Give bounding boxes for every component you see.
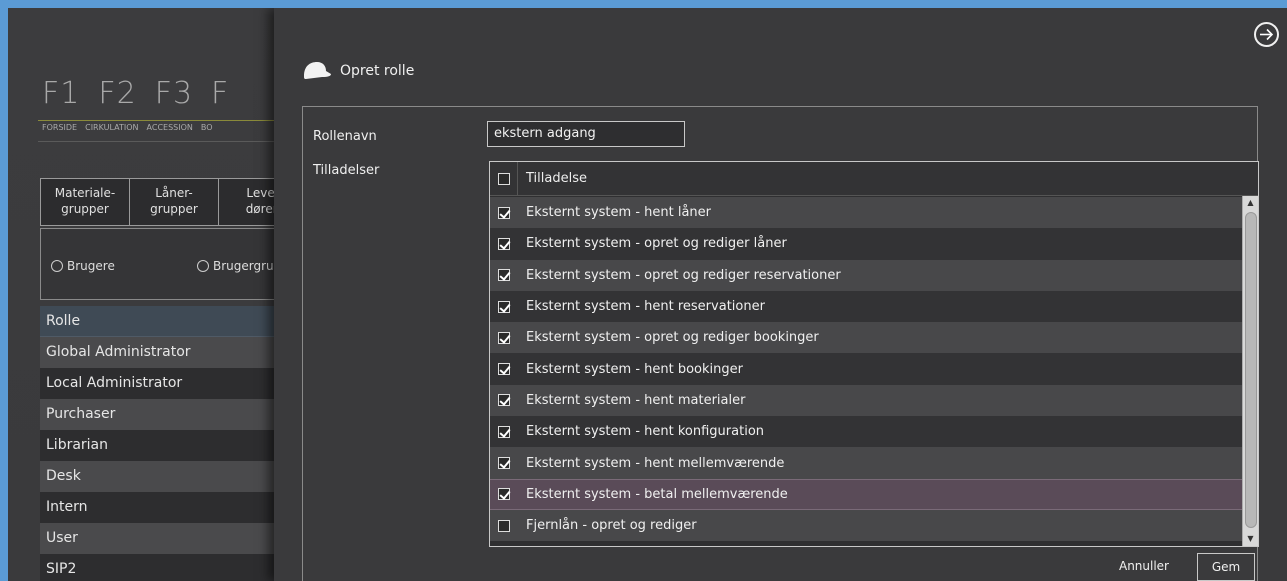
radio-brugergrupper[interactable]: Brugergru <box>197 259 274 273</box>
permission-checkbox[interactable] <box>498 237 510 250</box>
list-item[interactable]: Local Administrator <box>40 368 280 399</box>
permission-label: Eksternt system - opret og rediger reser… <box>526 267 841 283</box>
scroll-thumb[interactable] <box>1245 212 1257 528</box>
permissions-table: Tilladelse Eksternt system - hent låner … <box>489 161 1259 547</box>
permission-label: Eksternt system - hent reservationer <box>526 299 765 315</box>
table-row[interactable]: Eksternt system - hent reservationer <box>490 290 1242 323</box>
permission-label: Eksternt system - hent mellemværende <box>526 455 785 471</box>
vertical-scrollbar[interactable]: ▲ ▼ <box>1242 196 1258 546</box>
checkbox-cell <box>490 425 518 438</box>
permission-checkbox[interactable] <box>498 300 510 313</box>
table-row[interactable]: Eksternt system - hent konfiguration <box>490 416 1242 448</box>
dialog-title-text: Opret rolle <box>340 63 415 79</box>
dialog-title: Opret rolle <box>300 60 414 82</box>
permission-label: Eksternt system - hent låner <box>526 205 712 221</box>
group-tabs: Materiale- grupper Låner- grupper Lever … <box>40 178 307 226</box>
checkbox-cell <box>490 519 518 532</box>
fkey-label-cirkulation: CIRKULATION <box>85 123 139 132</box>
fkey-label-forside: FORSIDE <box>42 123 78 132</box>
permission-label: Eksternt system - opret og rediger booki… <box>526 330 819 346</box>
scroll-down-icon[interactable]: ▼ <box>1243 532 1258 546</box>
permission-checkbox[interactable] <box>498 394 510 407</box>
user-type-selector: Brugere Brugergru <box>40 228 280 300</box>
list-item[interactable]: Desk <box>40 461 280 492</box>
list-item[interactable]: Global Administrator <box>40 337 280 368</box>
table-row[interactable]: Eksternt system - hent bookinger <box>490 353 1242 385</box>
role-list-header[interactable]: Rolle <box>40 306 280 337</box>
table-row[interactable]: Eksternt system - opret og rediger låner <box>490 228 1242 260</box>
table-row-selected[interactable]: Eksternt system - betal mellemværende <box>490 478 1242 510</box>
column-header-tilladelse[interactable]: Tilladelse <box>518 171 587 186</box>
save-button[interactable]: Gem <box>1197 553 1255 581</box>
background-app: F1 F2 F3 F FORSIDE CIRKULATION ACCESSION… <box>8 8 307 581</box>
checkbox-cell <box>490 331 518 344</box>
fkey-f4[interactable]: F <box>211 76 229 111</box>
radio-circle-icon <box>51 260 63 272</box>
scroll-up-icon[interactable]: ▲ <box>1243 196 1258 210</box>
permission-checkbox[interactable] <box>498 363 510 376</box>
tab-lanergrupper[interactable]: Låner- grupper <box>129 178 218 226</box>
radio-label: Brugere <box>67 259 115 273</box>
select-all-checkbox[interactable] <box>497 172 510 185</box>
list-item[interactable]: Librarian <box>40 430 280 461</box>
role-form: Rollenavn ekstern adgang Tilladelser Til… <box>302 106 1259 581</box>
tab-materialegrupper[interactable]: Materiale- grupper <box>40 178 129 226</box>
table-row[interactable]: Eksternt system - hent mellemværende <box>490 447 1242 479</box>
table-row[interactable]: Eksternt system - opret og rediger booki… <box>490 322 1242 354</box>
table-row[interactable]: Eksternt system - hent låner <box>490 197 1242 229</box>
divider <box>38 141 278 142</box>
permission-label: Eksternt system - hent bookinger <box>526 361 743 377</box>
cancel-button[interactable]: Annuller <box>1115 553 1173 581</box>
table-row[interactable]: Eksternt system - opret og rediger reser… <box>490 259 1242 291</box>
list-item[interactable]: SIP2 <box>40 554 280 581</box>
fkey-label-bo: BO <box>200 123 213 132</box>
checkbox-cell <box>490 269 518 282</box>
close-button[interactable] <box>1254 22 1279 47</box>
radio-brugere[interactable]: Brugere <box>51 259 115 273</box>
function-keys: F1 F2 F3 F <box>42 76 229 111</box>
radio-label: Brugergru <box>213 259 274 273</box>
list-item[interactable]: Intern <box>40 492 280 523</box>
permission-checkbox[interactable] <box>498 425 510 438</box>
list-item[interactable]: User <box>40 523 280 554</box>
checkbox-cell <box>490 488 518 501</box>
fkey-f1[interactable]: F1 <box>42 76 80 111</box>
permissions-table-header: Tilladelse <box>490 162 1258 196</box>
checkbox-cell <box>490 394 518 407</box>
permission-label: Eksternt system - betal mellemværende <box>526 486 788 502</box>
checkbox-cell <box>490 237 518 250</box>
create-role-dialog: Opret rolle Rollenavn ekstern adgang Til… <box>274 8 1287 581</box>
app-window: F1 F2 F3 F FORSIDE CIRKULATION ACCESSION… <box>8 8 1287 581</box>
fkey-labels: FORSIDE CIRKULATION ACCESSION BO <box>38 120 278 134</box>
table-row[interactable]: Eksternt system - hent materialer <box>490 384 1242 417</box>
select-all-cell <box>490 162 518 196</box>
fkey-label-accession: ACCESSION <box>146 123 193 132</box>
role-name-input[interactable]: ekstern adgang <box>487 121 685 147</box>
radio-circle-icon <box>197 260 209 272</box>
permission-checkbox[interactable] <box>498 457 510 470</box>
table-row[interactable]: Fjernlån - opret og rediger <box>490 509 1242 542</box>
checkbox-cell <box>490 457 518 470</box>
checkbox-cell <box>490 363 518 376</box>
permission-label: Fjernlån - opret og rediger <box>526 518 697 534</box>
role-name-label: Rollenavn <box>313 129 377 144</box>
arrow-right-circle-icon <box>1260 28 1274 41</box>
permission-label: Eksternt system - opret og rediger låner <box>526 236 787 252</box>
cap-icon <box>304 62 331 79</box>
fkey-f3[interactable]: F3 <box>155 76 193 111</box>
fkey-f2[interactable]: F2 <box>98 76 136 111</box>
permission-checkbox[interactable] <box>498 331 510 344</box>
role-list: Rolle Global Administrator Local Adminis… <box>40 306 280 581</box>
checkbox-cell <box>490 300 518 313</box>
permission-checkbox[interactable] <box>498 488 510 501</box>
list-item[interactable]: Purchaser <box>40 399 280 430</box>
permission-label: Eksternt system - hent konfiguration <box>526 424 765 440</box>
permission-checkbox[interactable] <box>498 519 510 532</box>
permissions-rows: Eksternt system - hent låner Eksternt sy… <box>490 197 1242 542</box>
permission-checkbox[interactable] <box>498 206 510 219</box>
permissions-label: Tilladelser <box>313 163 380 178</box>
checkbox-cell <box>490 206 518 219</box>
permission-checkbox[interactable] <box>498 269 510 282</box>
permission-label: Eksternt system - hent materialer <box>526 392 746 408</box>
